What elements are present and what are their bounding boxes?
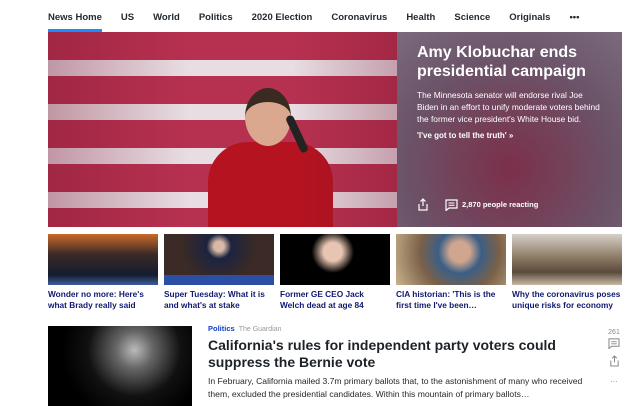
thumb-story[interactable]: Wonder no more: Here's what Brady really… (48, 234, 158, 310)
thumb-caption[interactable]: CIA historian: 'This is the first time I… (396, 289, 506, 310)
article-text: Politics The Guardian California's rules … (208, 324, 604, 401)
article-image[interactable] (48, 326, 192, 406)
thumb-story[interactable]: CIA historian: 'This is the first time I… (396, 234, 506, 310)
comment-count: 261 (608, 329, 620, 336)
thumb-image[interactable] (164, 234, 274, 285)
nav-us[interactable]: US (121, 0, 134, 32)
hero-story[interactable]: Amy Klobuchar ends presidential campaign… (48, 32, 622, 227)
hero-footer: 2,870 people reacting (417, 198, 538, 211)
reaction-count[interactable]: 2,870 people reacting (462, 200, 538, 209)
article-actions: 261 … (604, 326, 624, 384)
thumb-caption[interactable]: Former GE CEO Jack Welch dead at age 84 (280, 289, 390, 310)
nav-coronavirus[interactable]: Coronavirus (331, 0, 387, 32)
hero-title[interactable]: Amy Klobuchar ends presidential campaign (417, 43, 602, 81)
nav-news-home[interactable]: News Home (48, 0, 102, 32)
thumb-story[interactable]: Super Tuesday: What it is and what's at … (164, 234, 274, 310)
article-summary: In February, California mailed 3.7m prim… (208, 376, 583, 399)
more-ellipsis-icon[interactable]: ••• (569, 0, 579, 32)
top-nav: News Home US World Politics 2020 Electio… (48, 0, 598, 32)
nav-politics[interactable]: Politics (199, 0, 233, 32)
article-title[interactable]: California's rules for independent party… (208, 337, 604, 371)
nav-science[interactable]: Science (454, 0, 490, 32)
share-icon[interactable] (417, 198, 429, 211)
article-meta: Politics The Guardian (208, 324, 604, 333)
thumb-image[interactable] (48, 234, 158, 285)
nav-world[interactable]: World (153, 0, 180, 32)
share-icon[interactable] (609, 355, 620, 367)
thumb-caption[interactable]: Why the coronavirus poses unique risks f… (512, 289, 622, 310)
thumb-caption[interactable]: Super Tuesday: What it is and what's at … (164, 289, 274, 310)
thumb-story[interactable]: Why the coronavirus poses unique risks f… (512, 234, 622, 310)
thumb-caption[interactable]: Wonder no more: Here's what Brady really… (48, 289, 158, 310)
more-ellipsis-icon[interactable]: … (604, 375, 624, 384)
hero-image[interactable] (48, 32, 397, 227)
comment-icon[interactable] (608, 338, 620, 350)
nav-health[interactable]: Health (406, 0, 435, 32)
thumb-image[interactable] (280, 234, 390, 285)
hero-panel: Amy Klobuchar ends presidential campaign… (397, 32, 622, 227)
article-source: The Guardian (238, 326, 282, 333)
article-category[interactable]: Politics (208, 324, 235, 333)
nav-originals[interactable]: Originals (509, 0, 550, 32)
nav-2020-election[interactable]: 2020 Election (252, 0, 313, 32)
comment-icon[interactable] (445, 198, 458, 211)
hero-related-link[interactable]: 'I've got to tell the truth' » (417, 131, 602, 140)
hero-summary: The Minnesota senator will endorse rival… (417, 90, 600, 124)
thumbnail-strip: Wonder no more: Here's what Brady really… (48, 234, 622, 310)
thumb-image[interactable] (396, 234, 506, 285)
image-shade (48, 32, 397, 227)
thumb-story[interactable]: Former GE CEO Jack Welch dead at age 84 (280, 234, 390, 310)
thumb-image[interactable] (512, 234, 622, 285)
